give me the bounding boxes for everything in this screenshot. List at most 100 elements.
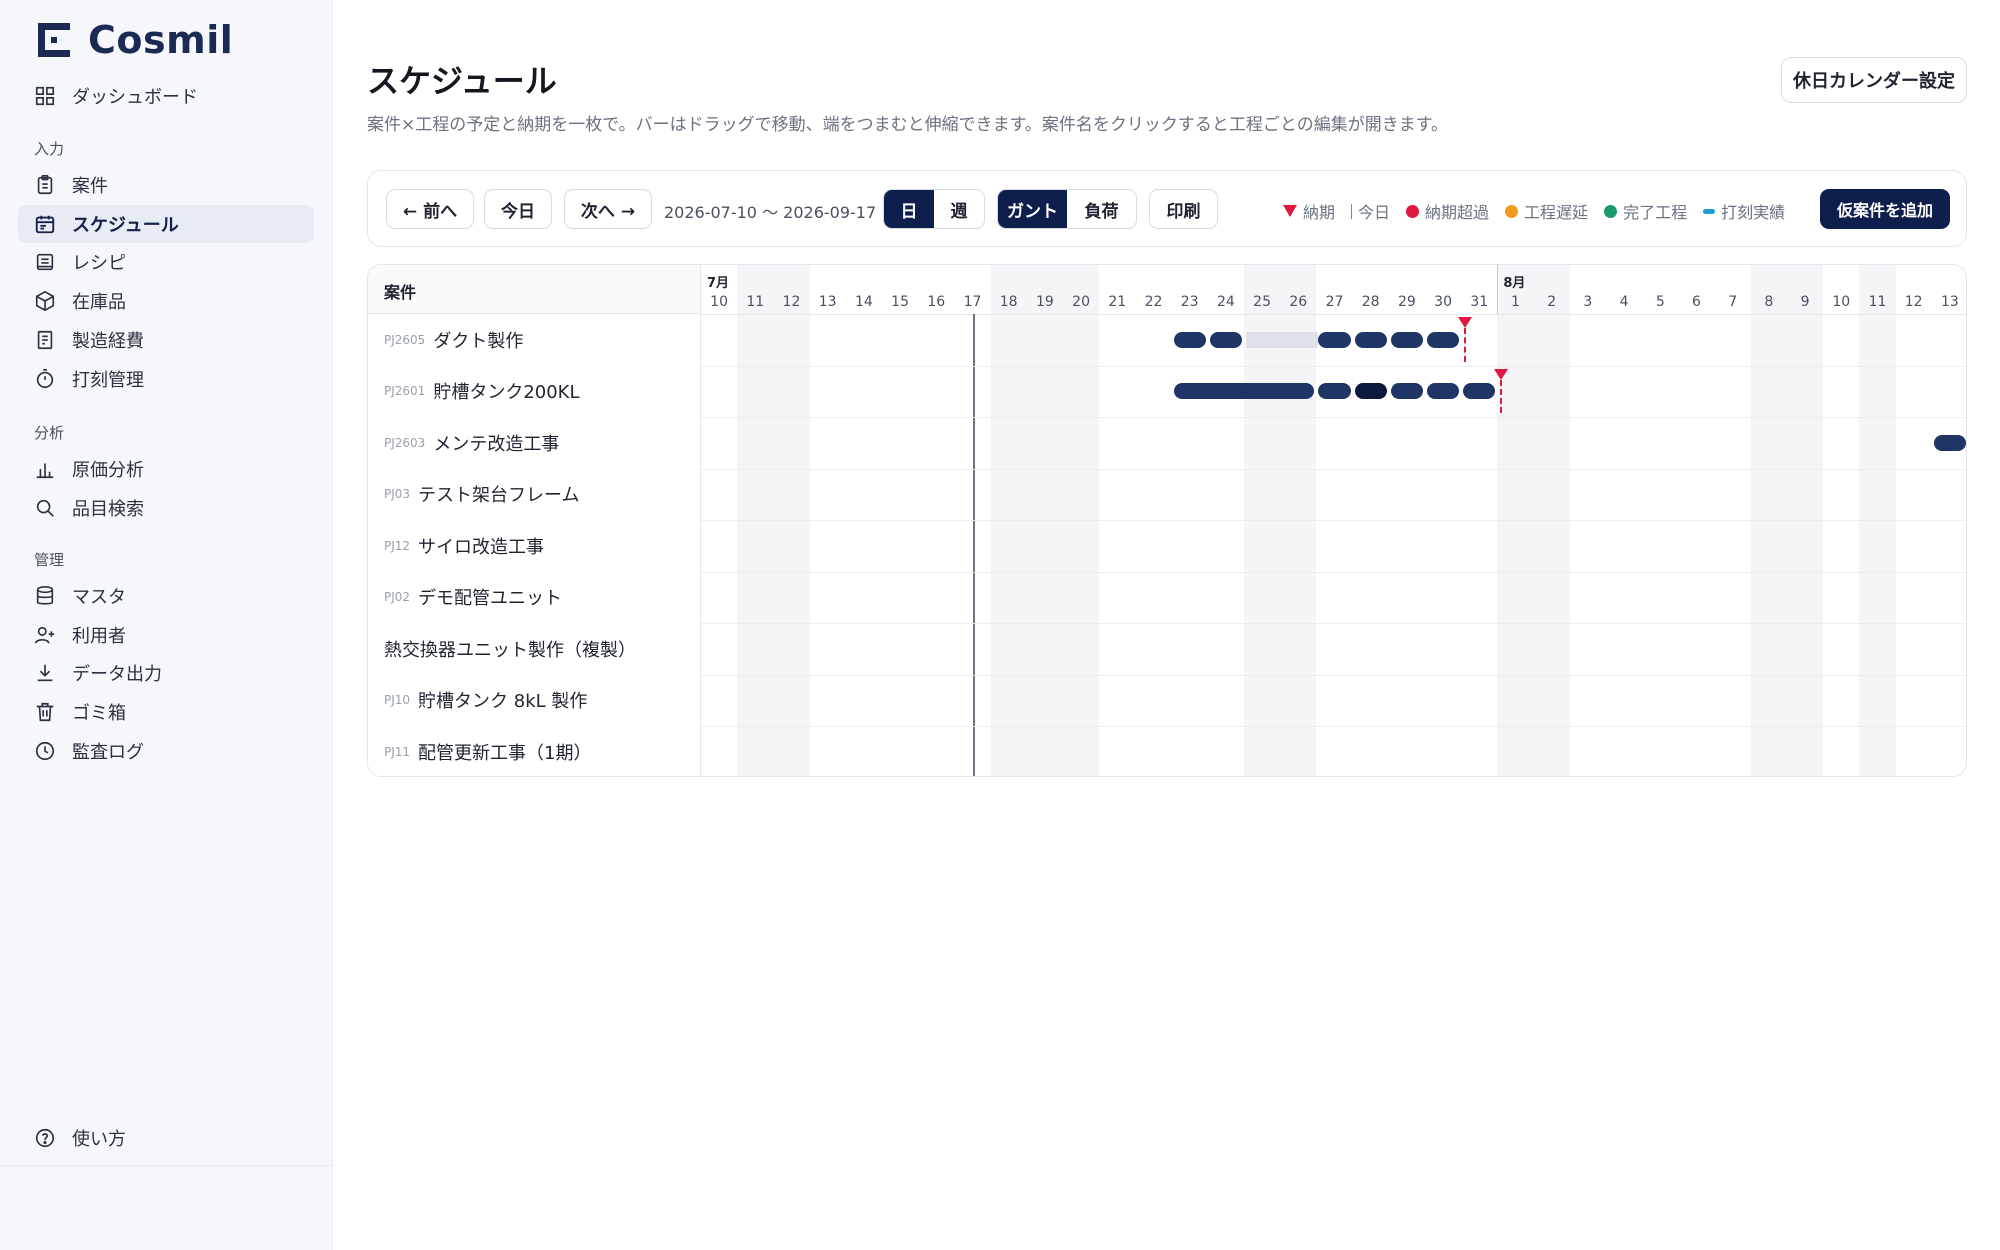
sidebar-item-bar-chart[interactable]: 原価分析 — [18, 450, 314, 488]
schedule-bar[interactable] — [1354, 383, 1387, 400]
day-column — [1063, 265, 1100, 776]
schedule-bar[interactable] — [1318, 383, 1351, 400]
sidebar-item-clock[interactable]: 監査ログ — [18, 732, 314, 770]
day-column — [1823, 265, 1859, 776]
project-row-label[interactable]: PJ10 貯槽タンク 8kL 製作 — [368, 674, 701, 726]
logo-icon — [38, 23, 70, 57]
sidebar-item-user-plus[interactable]: 利用者 — [18, 616, 314, 654]
sidebar-item-trash[interactable]: ゴミ箱 — [18, 693, 314, 731]
trash-icon — [34, 701, 56, 723]
legend: 納期 今日 納期超過 工程遅延 完了工程 打刻実績 — [1283, 199, 1801, 223]
day-column — [1135, 265, 1171, 776]
day-label: 19 — [1035, 294, 1054, 310]
page-description: 案件×工程の予定と納期を一枚で。バーはドラッグで移動、端をつまむと伸縮できます。… — [367, 115, 1448, 135]
clock-icon — [34, 740, 56, 762]
schedule-bar[interactable] — [1354, 331, 1387, 348]
project-row-label[interactable]: PJ2601 貯槽タンク200KL — [368, 365, 701, 417]
schedule-bar[interactable] — [1173, 331, 1206, 348]
day-label: 21 — [1108, 294, 1127, 310]
project-code: PJ03 — [384, 487, 411, 502]
timer-icon — [34, 368, 56, 390]
gantt-chart: 10 11 12 13 14 15 16 17 18 19 20 21 22 23 24 25 26 27 28 29… — [367, 264, 1967, 777]
sidebar-item-label: 製造経費 — [72, 330, 144, 352]
print-button[interactable]: 印刷 — [1149, 189, 1218, 229]
today-button[interactable]: 今日 — [484, 189, 552, 229]
project-name: 貯槽タンク200KL — [433, 382, 580, 404]
schedule-bar[interactable] — [1463, 383, 1496, 400]
day-column — [990, 265, 1027, 776]
day-label: 12 — [782, 294, 801, 310]
scale-week-button[interactable]: 週 — [934, 190, 984, 228]
project-name: ダクト製作 — [433, 330, 524, 352]
sidebar-item-recipe[interactable]: レシピ — [18, 243, 314, 281]
project-row-label[interactable]: PJ2603 メンテ改造工事 — [368, 417, 701, 469]
view-toggle: ガント 負荷 — [997, 189, 1137, 229]
day-label: 8 — [1764, 294, 1774, 310]
project-row-label[interactable]: PJ11 配管更新工事（1期） — [368, 726, 701, 776]
deadline-line — [1463, 328, 1466, 362]
sidebar-item-help[interactable]: 使い方 — [18, 1119, 314, 1157]
view-load-button[interactable]: 負荷 — [1067, 190, 1136, 228]
project-code: PJ2601 — [384, 384, 426, 399]
day-column — [1026, 265, 1063, 776]
day-label: 9 — [1800, 294, 1810, 310]
actual-dash-icon — [1703, 208, 1716, 214]
day-label: 22 — [1144, 294, 1163, 310]
day-label: 5 — [1655, 294, 1665, 310]
schedule-bar[interactable] — [1173, 383, 1315, 400]
sidebar-item-label: ゴミ箱 — [72, 703, 126, 725]
sidebar-item-dashboard[interactable]: ダッシュボード — [18, 77, 314, 115]
schedule-bar[interactable] — [1390, 383, 1423, 400]
next-button[interactable]: 次へ → — [564, 189, 652, 229]
sidebar-item-timer[interactable]: 打刻管理 — [18, 360, 314, 398]
scale-day-button[interactable]: 日 — [884, 190, 934, 228]
project-name: デモ配管ユニット — [418, 588, 563, 610]
holiday-calendar-button[interactable]: 休日カレンダー設定 — [1781, 57, 1967, 103]
delayed-dot-icon — [1505, 204, 1519, 218]
day-label: 18 — [999, 294, 1018, 310]
view-gantt-button[interactable]: ガント — [998, 190, 1067, 228]
app-name: Cosmil — [88, 18, 234, 62]
sidebar-item-search[interactable]: 品目検索 — [18, 489, 314, 527]
schedule-bar[interactable] — [1209, 331, 1242, 348]
day-label: 27 — [1325, 294, 1344, 310]
day-label: 25 — [1253, 294, 1271, 310]
day-label: 1 — [1511, 294, 1520, 310]
schedule-bar[interactable] — [1427, 331, 1460, 348]
schedule-bar[interactable] — [1390, 331, 1423, 348]
project-row-label[interactable]: PJ02 デモ配管ユニット — [368, 571, 701, 623]
prev-button[interactable]: ← 前へ — [386, 189, 474, 229]
day-column — [737, 265, 774, 776]
sidebar-divider — [0, 1165, 333, 1166]
sidebar-item-calendar[interactable]: スケジュール — [18, 204, 314, 243]
day-column — [1859, 265, 1896, 776]
sidebar-item-receipt[interactable]: 製造経費 — [18, 321, 314, 359]
legend-actual: 打刻実績 — [1703, 199, 1785, 223]
schedule-bar[interactable] — [1427, 383, 1460, 400]
sidebar-item-box[interactable]: 在庫品 — [18, 282, 314, 320]
project-row-label[interactable]: PJ03 テスト架台フレーム — [368, 468, 701, 520]
overdue-dot-icon — [1406, 204, 1420, 218]
day-column — [1896, 265, 1932, 776]
sidebar-item-clipboard[interactable]: 案件 — [18, 166, 314, 204]
logo[interactable]: Cosmil — [38, 18, 233, 62]
legend-today: 今日 — [1351, 199, 1390, 223]
project-name: 熱交換器ユニット製作（複製） — [384, 639, 636, 661]
project-row-label[interactable]: 熱交換器ユニット製作（複製） — [368, 623, 701, 675]
sidebar-item-database[interactable]: マスタ — [18, 577, 314, 615]
day-column — [846, 265, 882, 776]
schedule-bar[interactable] — [1933, 434, 1966, 451]
box-icon — [34, 290, 56, 312]
add-provisional-project-button[interactable]: 仮案件を追加 — [1820, 189, 1950, 229]
day-label: 24 — [1216, 294, 1235, 310]
receipt-icon — [34, 329, 56, 351]
day-column — [918, 265, 954, 776]
day-label: 10 — [710, 294, 728, 310]
schedule-bar[interactable] — [1246, 331, 1319, 348]
project-row-label[interactable]: PJ2605 ダクト製作 — [368, 314, 701, 366]
schedule-bar[interactable] — [1318, 331, 1351, 348]
month-label: 8月 — [1503, 276, 1526, 291]
sidebar-item-download[interactable]: データ出力 — [18, 654, 314, 692]
project-row-label[interactable]: PJ12 サイロ改造工事 — [368, 520, 701, 572]
day-label: 28 — [1361, 294, 1380, 310]
